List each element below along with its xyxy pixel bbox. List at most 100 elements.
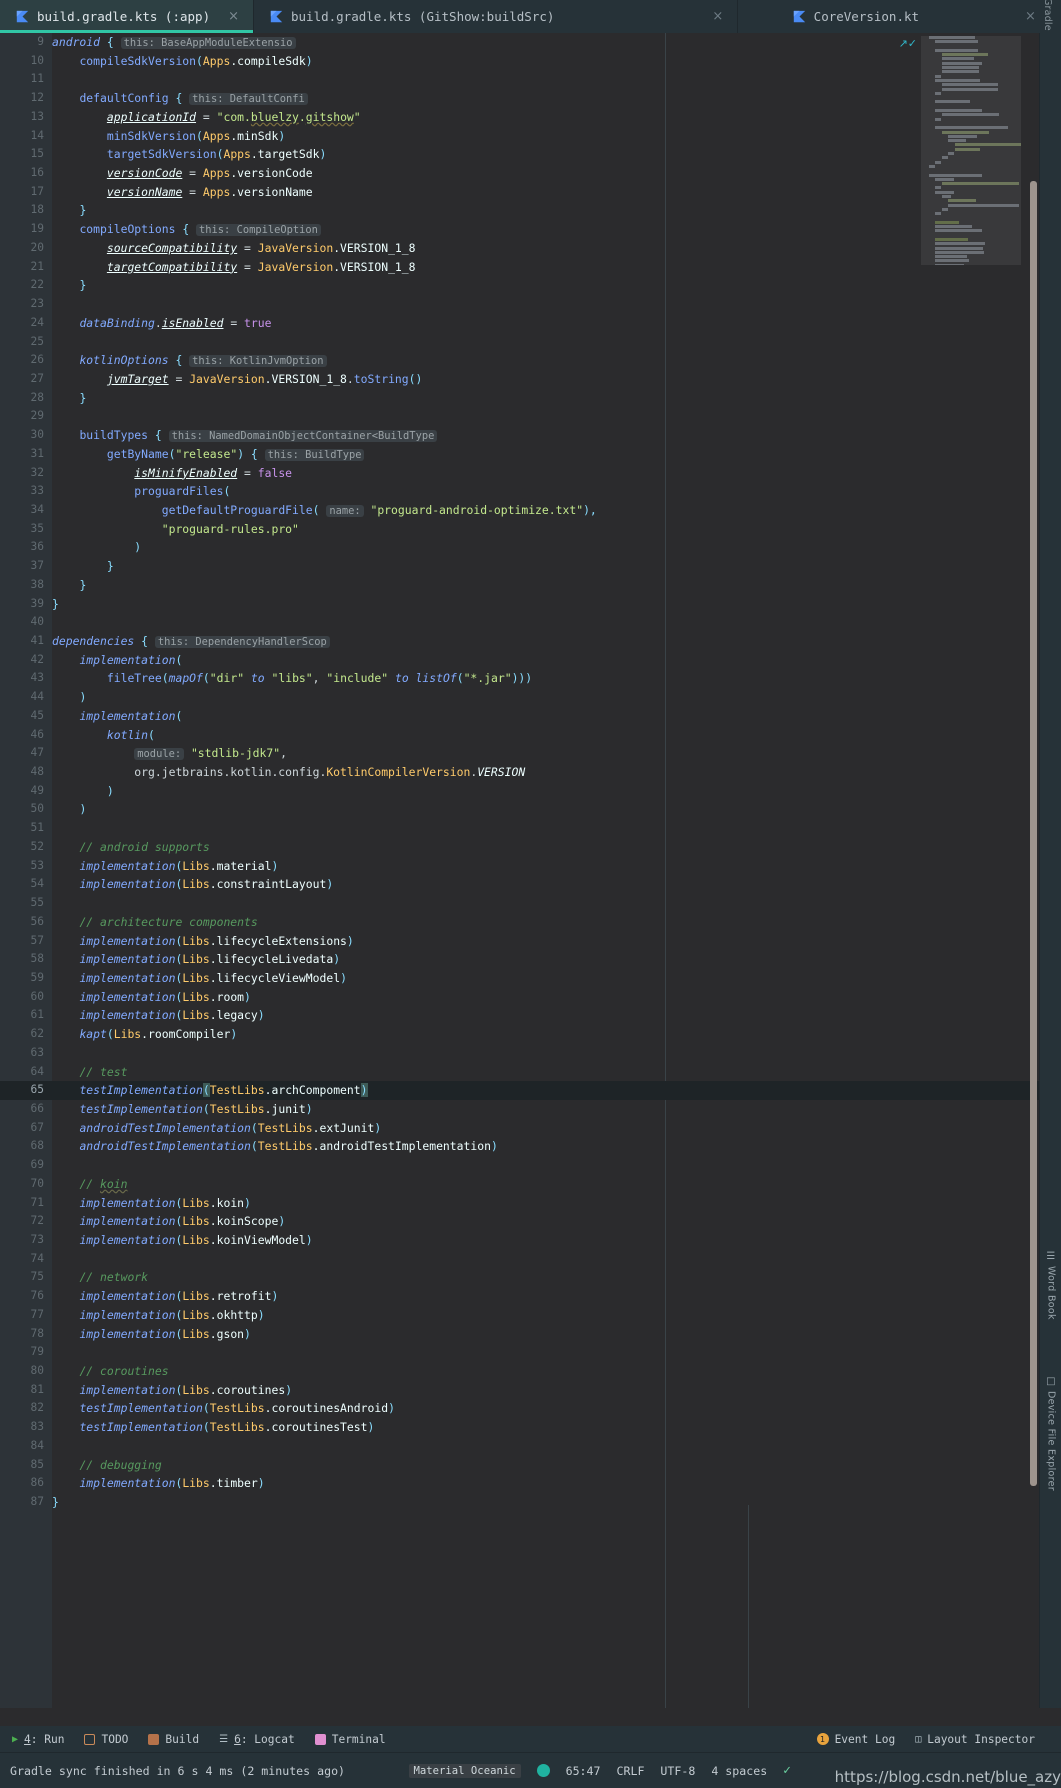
code-text[interactable]: fileTree(mapOf("dir" to "libs", "include… <box>52 669 532 688</box>
code-text[interactable]: "proguard-rules.pro" <box>52 520 299 539</box>
code-line[interactable]: 47 module: "stdlib-jdk7", <box>0 744 1039 763</box>
code-text[interactable]: compileSdkVersion(Apps.compileSdk) <box>52 52 312 71</box>
code-text[interactable]: ) <box>52 688 86 707</box>
code-text[interactable]: applicationId = "com.bluelzy.gitshow" <box>52 108 361 127</box>
code-line[interactable]: 66 testImplementation(TestLibs.junit) <box>0 1100 1039 1119</box>
code-text[interactable]: targetCompatibility = JavaVersion.VERSIO… <box>52 258 416 277</box>
close-icon[interactable]: × <box>1025 10 1036 23</box>
editor-tab-coreversion[interactable]: CoreVersion.kt × <box>738 0 1061 33</box>
code-text[interactable]: proguardFiles( <box>52 482 230 501</box>
code-text[interactable]: } <box>52 201 86 220</box>
code-line[interactable]: 74 <box>0 1250 1039 1269</box>
code-line[interactable]: 54 implementation(Libs.constraintLayout) <box>0 875 1039 894</box>
code-line[interactable]: 10 compileSdkVersion(Apps.compileSdk) <box>0 52 1039 71</box>
code-line[interactable]: 46 kotlin( <box>0 726 1039 745</box>
code-text[interactable]: ) <box>52 538 141 557</box>
code-text[interactable]: implementation(Libs.lifecycleLivedata) <box>52 950 340 969</box>
code-text[interactable]: testImplementation(TestLibs.junit) <box>52 1100 312 1119</box>
code-line[interactable]: 34 getDefaultProguardFile( name: "progua… <box>0 501 1039 520</box>
code-line[interactable]: 41 dependencies { this: DependencyHandler… <box>0 632 1039 651</box>
code-line[interactable]: 75 // network <box>0 1268 1039 1287</box>
code-text[interactable]: implementation(Libs.legacy) <box>52 1006 264 1025</box>
tool-window-terminal[interactable]: Terminal <box>305 1733 396 1746</box>
code-line[interactable]: 42 implementation( <box>0 651 1039 670</box>
tool-button-device-file-explorer[interactable]: □ Device File Explorer <box>1040 1373 1061 1533</box>
code-line[interactable]: 21 targetCompatibility = JavaVersion.VER… <box>0 258 1039 277</box>
code-text[interactable]: } <box>52 595 59 614</box>
tool-button-gradle[interactable]: Gradle <box>1042 0 1053 31</box>
tool-window-layout-inspector[interactable]: ◫ Layout Inspector <box>905 1733 1061 1746</box>
code-line[interactable]: 55 <box>0 894 1039 913</box>
code-line[interactable]: 64 // test <box>0 1063 1039 1082</box>
code-text[interactable]: sourceCompatibility = JavaVersion.VERSIO… <box>52 239 416 258</box>
code-line[interactable]: 69 <box>0 1156 1039 1175</box>
code-text[interactable]: testImplementation(TestLibs.archCompomen… <box>52 1081 368 1100</box>
code-line[interactable]: 24 dataBinding.isEnabled = true <box>0 314 1039 333</box>
code-text[interactable]: implementation(Libs.koinScope) <box>52 1212 285 1231</box>
code-text[interactable]: compileOptions { this: CompileOption <box>52 220 321 240</box>
tool-window-build[interactable]: Build <box>138 1733 209 1746</box>
code-line[interactable]: 29 <box>0 407 1039 426</box>
code-text[interactable]: // coroutines <box>52 1362 168 1381</box>
code-line[interactable]: 48 org.jetbrains.kotlin.config.KotlinCom… <box>0 763 1039 782</box>
code-text[interactable]: } <box>52 276 86 295</box>
code-text[interactable]: implementation(Libs.lifecycleExtensions) <box>52 932 353 951</box>
code-text[interactable]: implementation(Libs.constraintLayout) <box>52 875 333 894</box>
code-text[interactable]: } <box>52 576 86 595</box>
inspections-widget-icon[interactable]: ↗✓ <box>899 37 917 50</box>
code-text[interactable]: ) <box>52 782 114 801</box>
code-text[interactable]: buildTypes { this: NamedDomainObjectCont… <box>52 426 438 446</box>
editor-tab-build-gradle-app[interactable]: build.gradle.kts (:app) × <box>0 0 254 33</box>
code-text[interactable]: getDefaultProguardFile( name: "proguard-… <box>52 501 597 521</box>
code-line[interactable]: 40 <box>0 613 1039 632</box>
status-theme-chip[interactable]: Material Oceanic <box>408 1763 521 1778</box>
code-line[interactable]: 30 buildTypes { this: NamedDomainObjectC… <box>0 426 1039 445</box>
code-text[interactable]: versionCode = Apps.versionCode <box>52 164 313 183</box>
code-line[interactable]: 44 ) <box>0 688 1039 707</box>
code-line[interactable]: 25 <box>0 333 1039 352</box>
code-text[interactable]: jvmTarget = JavaVersion.VERSION_1_8.toSt… <box>52 370 423 389</box>
code-text[interactable]: // test <box>52 1063 127 1082</box>
tool-window-logcat[interactable]: ☰ 6: Logcat <box>209 1733 305 1746</box>
code-line[interactable]: 79 <box>0 1343 1039 1362</box>
code-line[interactable]: 27 jvmTarget = JavaVersion.VERSION_1_8.t… <box>0 370 1039 389</box>
code-text[interactable]: implementation(Libs.lifecycleViewModel) <box>52 969 346 988</box>
status-line-separator[interactable]: CRLF <box>617 1764 645 1778</box>
code-line[interactable]: 37 } <box>0 557 1039 576</box>
code-line[interactable]: 15 targetSdkVersion(Apps.targetSdk) <box>0 145 1039 164</box>
code-line[interactable]: 20 sourceCompatibility = JavaVersion.VER… <box>0 239 1039 258</box>
code-line[interactable]: 85 // debugging <box>0 1456 1039 1475</box>
code-editor[interactable]: 9 android { this: BaseAppModuleExtensio 10… <box>0 33 1039 1708</box>
code-line[interactable]: 38 } <box>0 576 1039 595</box>
code-text[interactable]: androidTestImplementation(TestLibs.extJu… <box>52 1119 381 1138</box>
code-text[interactable]: getByName("release") { this: BuildType <box>52 445 365 465</box>
code-line[interactable]: 18 } <box>0 201 1039 220</box>
code-line[interactable]: 61 implementation(Libs.legacy) <box>0 1006 1039 1025</box>
code-text[interactable]: implementation(Libs.koin) <box>52 1194 250 1213</box>
code-text[interactable]: org.jetbrains.kotlin.config.KotlinCompil… <box>52 763 525 782</box>
code-line[interactable]: 49 ) <box>0 782 1039 801</box>
code-line[interactable]: 39} <box>0 595 1039 614</box>
code-line[interactable]: 9 android { this: BaseAppModuleExtensio <box>0 33 1039 52</box>
close-icon[interactable]: × <box>228 10 239 23</box>
code-line[interactable]: 83 testImplementation(TestLibs.coroutine… <box>0 1418 1039 1437</box>
code-line[interactable]: 16 versionCode = Apps.versionCode <box>0 164 1039 183</box>
code-text[interactable]: kotlin( <box>52 726 155 745</box>
code-text[interactable]: defaultConfig { this: DefaultConfi <box>52 89 308 109</box>
code-line[interactable]: 73 implementation(Libs.koinViewModel) <box>0 1231 1039 1250</box>
code-text[interactable]: // network <box>52 1268 148 1287</box>
code-text[interactable]: implementation(Libs.material) <box>52 857 278 876</box>
code-line[interactable]: 59 implementation(Libs.lifecycleViewMode… <box>0 969 1039 988</box>
git-branch-icon[interactable]: ✓ <box>783 1763 791 1778</box>
code-text[interactable]: implementation(Libs.okhttp) <box>52 1306 264 1325</box>
code-line[interactable]: 68 androidTestImplementation(TestLibs.an… <box>0 1137 1039 1156</box>
code-line[interactable]: 62 kapt(Libs.roomCompiler) <box>0 1025 1039 1044</box>
code-text[interactable]: // architecture components <box>52 913 257 932</box>
code-line[interactable]: 17 versionName = Apps.versionName <box>0 183 1039 202</box>
code-text[interactable]: // android supports <box>52 838 209 857</box>
code-text[interactable]: testImplementation(TestLibs.coroutinesAn… <box>52 1399 395 1418</box>
code-line[interactable]: 56 // architecture components <box>0 913 1039 932</box>
code-text[interactable]: kotlinOptions { this: KotlinJvmOption <box>52 351 327 371</box>
code-line[interactable]: 63 <box>0 1044 1039 1063</box>
tool-window-event-log[interactable]: 1 Event Log <box>807 1733 906 1746</box>
